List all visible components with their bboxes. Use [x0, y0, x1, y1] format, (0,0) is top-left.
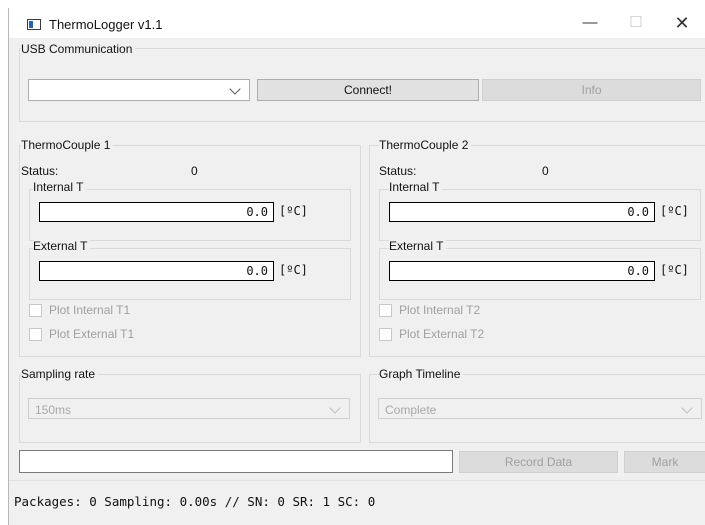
app-icon [27, 19, 41, 30]
window-title: ThermoLogger v1.1 [49, 17, 163, 32]
plot-internal-t2-label: Plot Internal T2 [399, 303, 481, 317]
thermocouple-2-label: ThermoCouple 2 [379, 138, 472, 152]
graph-timeline-value: Complete [385, 403, 437, 417]
port-select[interactable] [28, 79, 250, 101]
plot-external-t1-label: Plot External T1 [49, 327, 135, 341]
maximize-button[interactable]: ☐ [613, 8, 659, 38]
plot-internal-t2-checkbox[interactable] [379, 304, 392, 317]
mark-button[interactable]: Mark [624, 451, 705, 473]
plot-external-t2-label: Plot External T2 [399, 327, 485, 341]
chevron-down-icon [229, 83, 241, 95]
sampling-rate-label: Sampling rate [21, 367, 99, 381]
connect-button[interactable]: Connect! [257, 79, 479, 101]
tc2-status-label: Status: [379, 164, 417, 178]
sampling-rate-value: 150ms [35, 403, 72, 417]
close-button[interactable]: ✕ [659, 8, 705, 38]
tc1-internal-label: Internal T [33, 180, 87, 194]
tc2-internal-display: 0.0 [389, 202, 655, 222]
sampling-rate-select[interactable]: 150ms [28, 398, 350, 419]
graph-timeline-label: Graph Timeline [379, 367, 464, 381]
tc2-external-unit: [ºC] [660, 263, 689, 277]
tc2-internal-unit: [ºC] [660, 204, 689, 218]
plot-internal-t1-label: Plot Internal T1 [49, 303, 131, 317]
tc1-internal-unit: [ºC] [279, 204, 308, 218]
tc1-external-label: External T [33, 239, 91, 253]
graph-timeline-select[interactable]: Complete [378, 398, 702, 419]
tc1-internal-display: 0.0 [39, 202, 274, 222]
tc1-status-value: 0 [191, 164, 198, 178]
status-text: Packages: 0 Sampling: 0.00s // SN: 0 SR:… [14, 494, 376, 509]
main-window: ThermoLogger v1.1 — ☐ ✕ USB Communicatio… [8, 8, 705, 525]
plot-external-t1-checkbox[interactable] [29, 328, 42, 341]
record-data-button[interactable]: Record Data [459, 451, 618, 473]
record-filename-input[interactable] [19, 450, 453, 473]
plot-external-t2-checkbox[interactable] [379, 328, 392, 341]
thermocouple-1-label: ThermoCouple 1 [21, 138, 114, 152]
plot-internal-t1-checkbox[interactable] [29, 304, 42, 317]
tc2-external-label: External T [389, 239, 447, 253]
tc2-external-display: 0.0 [389, 261, 655, 281]
chevron-down-icon [681, 402, 693, 414]
minimize-button[interactable]: — [567, 8, 613, 38]
tc2-internal-label: Internal T [389, 180, 443, 194]
usb-communication-label: USB Communication [21, 42, 136, 56]
info-button[interactable]: Info [482, 79, 701, 101]
tc1-status-label: Status: [21, 164, 59, 178]
tc1-external-unit: [ºC] [279, 263, 308, 277]
chevron-down-icon [329, 402, 341, 414]
tc2-status-value: 0 [542, 164, 549, 178]
status-bar: Packages: 0 Sampling: 0.00s // SN: 0 SR:… [9, 480, 705, 525]
tc1-external-display: 0.0 [39, 261, 274, 281]
title-bar[interactable]: ThermoLogger v1.1 — ☐ ✕ [9, 8, 705, 38]
